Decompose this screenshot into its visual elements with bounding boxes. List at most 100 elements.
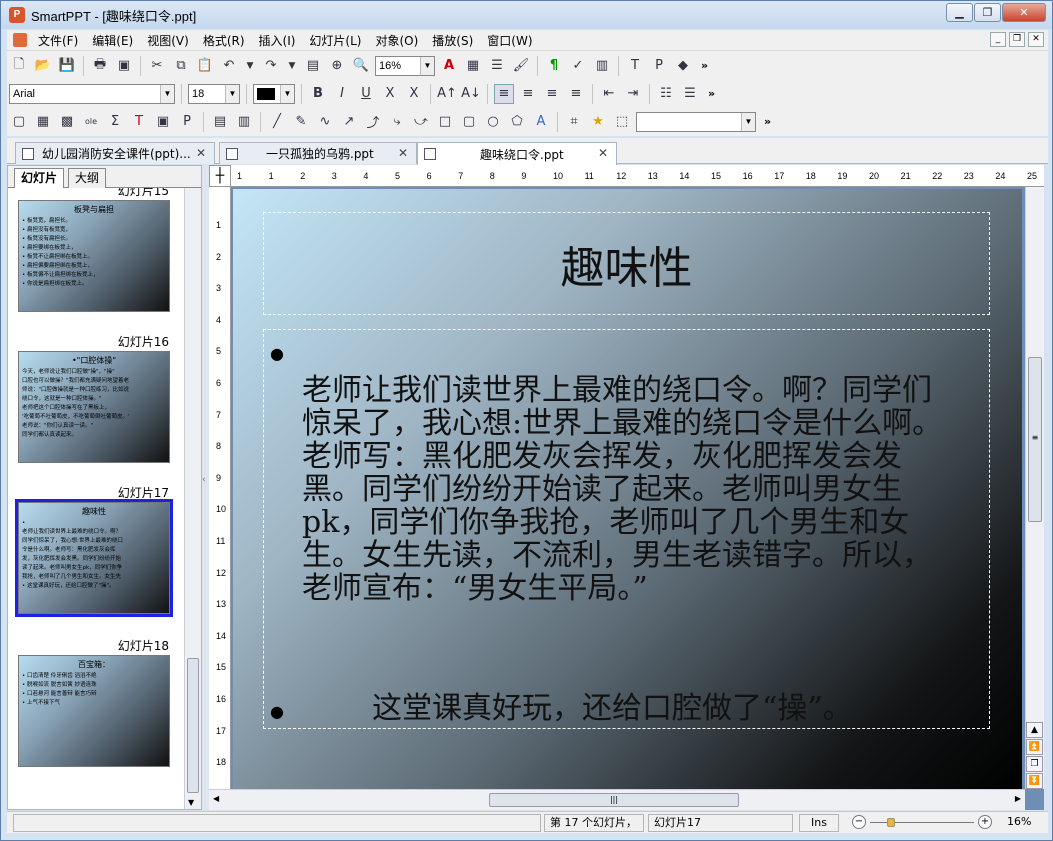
chart-icon[interactable]: ▥: [592, 56, 612, 76]
formula-icon[interactable]: Σ: [105, 112, 125, 132]
ungroup-icon[interactable]: ▥: [234, 112, 254, 132]
strikethrough-icon[interactable]: X: [380, 84, 400, 104]
new-file-icon[interactable]: 🗋: [9, 56, 29, 76]
double-strike-icon[interactable]: X: [404, 84, 424, 104]
menu-file[interactable]: 文件(F): [31, 32, 85, 49]
scrollbar-thumb[interactable]: |||: [489, 793, 739, 807]
chevron-down-icon[interactable]: ▼: [160, 84, 174, 103]
status-insert-mode[interactable]: Ins: [799, 814, 839, 832]
curve-icon[interactable]: ∿: [315, 112, 335, 132]
decrease-indent-icon[interactable]: ⇤: [599, 84, 619, 104]
italic-icon[interactable]: I: [332, 84, 352, 104]
tab-document-2[interactable]: 一只孤独的乌鸦.ppt ✕: [219, 142, 417, 164]
ellipse-icon[interactable]: ○: [483, 112, 503, 132]
table-icon[interactable]: ▦: [33, 112, 53, 132]
doc-minimize-button[interactable]: _: [990, 32, 1006, 47]
zoom-select[interactable]: 16% ▼: [375, 55, 435, 76]
menu-view[interactable]: 视图(V): [140, 32, 196, 49]
image-icon[interactable]: ▩: [57, 112, 77, 132]
numbered-list-icon[interactable]: ☰: [680, 84, 700, 104]
tab-slides[interactable]: 幻灯片: [14, 168, 65, 188]
doc-restore-button[interactable]: ❐: [1009, 32, 1025, 47]
increase-indent-icon[interactable]: ⇥: [623, 84, 643, 104]
tab-document-3[interactable]: 趣味绕口令.ppt ✕: [417, 142, 617, 165]
undo-dropdown-icon[interactable]: ▼: [243, 56, 257, 76]
ole-object-icon[interactable]: ole: [81, 112, 101, 132]
zoom-knob[interactable]: [886, 818, 895, 827]
horizontal-ruler[interactable]: 1 1 2 3 4 5 6 7 8 9 10 11 12 13 14 15 16 17 18 19 20 21 22 23 24…: [231, 165, 1044, 187]
redo-icon[interactable]: ↷: [261, 56, 281, 76]
arrow-icon[interactable]: ↗: [339, 112, 359, 132]
close-tab-icon[interactable]: ✕: [598, 146, 608, 160]
tab-outline[interactable]: 大纲: [68, 168, 107, 188]
document-icon[interactable]: [13, 33, 27, 47]
insert-frame-icon[interactable]: ▣: [153, 112, 173, 132]
close-window-button[interactable]: ✕: [1002, 3, 1046, 22]
align-right-icon[interactable]: ≡: [542, 84, 562, 104]
picture-frame-icon[interactable]: P: [649, 56, 669, 76]
toolbar-more-icon[interactable]: »: [708, 87, 715, 100]
slides-scrollbar[interactable]: ▼: [184, 188, 201, 809]
paragraph-mark-icon[interactable]: ¶: [544, 56, 564, 76]
menu-object[interactable]: 对象(O): [368, 32, 425, 49]
page-setup-icon[interactable]: ▤: [303, 56, 323, 76]
star-effect-icon[interactable]: ★: [588, 112, 608, 132]
font-color-a-icon[interactable]: A: [439, 56, 459, 76]
editor-vertical-scrollbar[interactable]: ≡ ▲ ⏫ ❐ ⏬: [1025, 187, 1044, 789]
elbow-connector-icon[interactable]: ⤷: [387, 112, 407, 132]
maximize-button[interactable]: ❐: [974, 3, 1001, 22]
vertical-ruler[interactable]: 1 2 3 4 5 6 7 8 9 10 11 12 13 14 15 16 17 18: [209, 187, 231, 789]
zoom-in-icon[interactable]: +: [978, 815, 992, 829]
next-slide-icon[interactable]: ⏬: [1026, 773, 1043, 789]
chevron-down-icon[interactable]: ▼: [420, 56, 434, 75]
group-icon[interactable]: ▤: [210, 112, 230, 132]
menu-format[interactable]: 格式(R): [196, 32, 252, 49]
text-frame-icon[interactable]: T: [625, 56, 645, 76]
redo-dropdown-icon[interactable]: ▼: [285, 56, 299, 76]
scroll-down-icon[interactable]: ▼: [188, 798, 194, 807]
slide-canvas[interactable]: 趣味性 ● 老师让我们读世界上最难的绕口令。啊？同学们惊呆了，我心想:世界上最难…: [233, 189, 1022, 789]
align-left-icon[interactable]: ≡: [494, 83, 514, 104]
menu-edit[interactable]: 编辑(E): [85, 32, 140, 49]
minimize-button[interactable]: ▁: [946, 3, 973, 22]
slide-thumbnail-18[interactable]: 百宝箱： • 口齿清楚 伶牙俐齿 滔滔不绝 • 脱喉如流 脱言如簧 妙语连珠 •…: [18, 655, 170, 767]
list-icon[interactable]: ☰: [487, 56, 507, 76]
chevron-down-icon[interactable]: ▼: [280, 84, 294, 103]
rectangle-icon[interactable]: □: [435, 112, 455, 132]
format-painter-icon[interactable]: 🖌: [511, 56, 531, 76]
toolbar-more-icon[interactable]: »: [764, 115, 771, 128]
title-placeholder[interactable]: 趣味性: [263, 212, 990, 315]
find-icon[interactable]: 🔍: [351, 56, 371, 76]
connector-icon[interactable]: ⤴: [363, 112, 383, 132]
open-folder-icon[interactable]: 📂: [33, 56, 53, 76]
wordart-icon[interactable]: A: [531, 112, 551, 132]
font-name-select[interactable]: Arial ▼: [9, 83, 175, 104]
fill-icon[interactable]: ▦: [463, 56, 483, 76]
zoom-icon[interactable]: ⊕: [327, 56, 347, 76]
print-icon[interactable]: 🖶: [90, 56, 110, 76]
style-select[interactable]: ▼: [636, 111, 756, 132]
justify-icon[interactable]: ≡: [566, 84, 586, 104]
select-icon[interactable]: ⬚: [612, 112, 632, 132]
scroll-left-icon[interactable]: ◀: [213, 794, 219, 803]
copy-icon[interactable]: ⧉: [171, 56, 191, 76]
menu-window[interactable]: 窗口(W): [480, 32, 539, 49]
close-tab-icon[interactable]: ✕: [196, 146, 206, 160]
ruler-corner-icon[interactable]: ┼: [209, 165, 231, 187]
pencil-icon[interactable]: ✎: [291, 112, 311, 132]
shapes-icon[interactable]: ⬠: [507, 112, 527, 132]
align-center-icon[interactable]: ≡: [518, 84, 538, 104]
restore-icon[interactable]: ❐: [1026, 756, 1043, 772]
paste-icon[interactable]: 📋: [195, 56, 215, 76]
doc-close-button[interactable]: ✕: [1028, 32, 1044, 47]
zoom-slider[interactable]: − +: [852, 814, 992, 832]
zoom-out-icon[interactable]: −: [852, 815, 866, 829]
cut-icon[interactable]: ✂: [147, 56, 167, 76]
toolbar-more-icon[interactable]: »: [701, 59, 708, 72]
scroll-right-icon[interactable]: ▶: [1015, 794, 1021, 803]
curved-connector-icon[interactable]: ⤻: [411, 112, 431, 132]
editor-horizontal-scrollbar[interactable]: ◀ ||| ▶: [209, 789, 1025, 810]
spellcheck-icon[interactable]: ✓: [568, 56, 588, 76]
insert-picture-icon[interactable]: P: [177, 112, 197, 132]
menu-play[interactable]: 播放(S): [425, 32, 480, 49]
